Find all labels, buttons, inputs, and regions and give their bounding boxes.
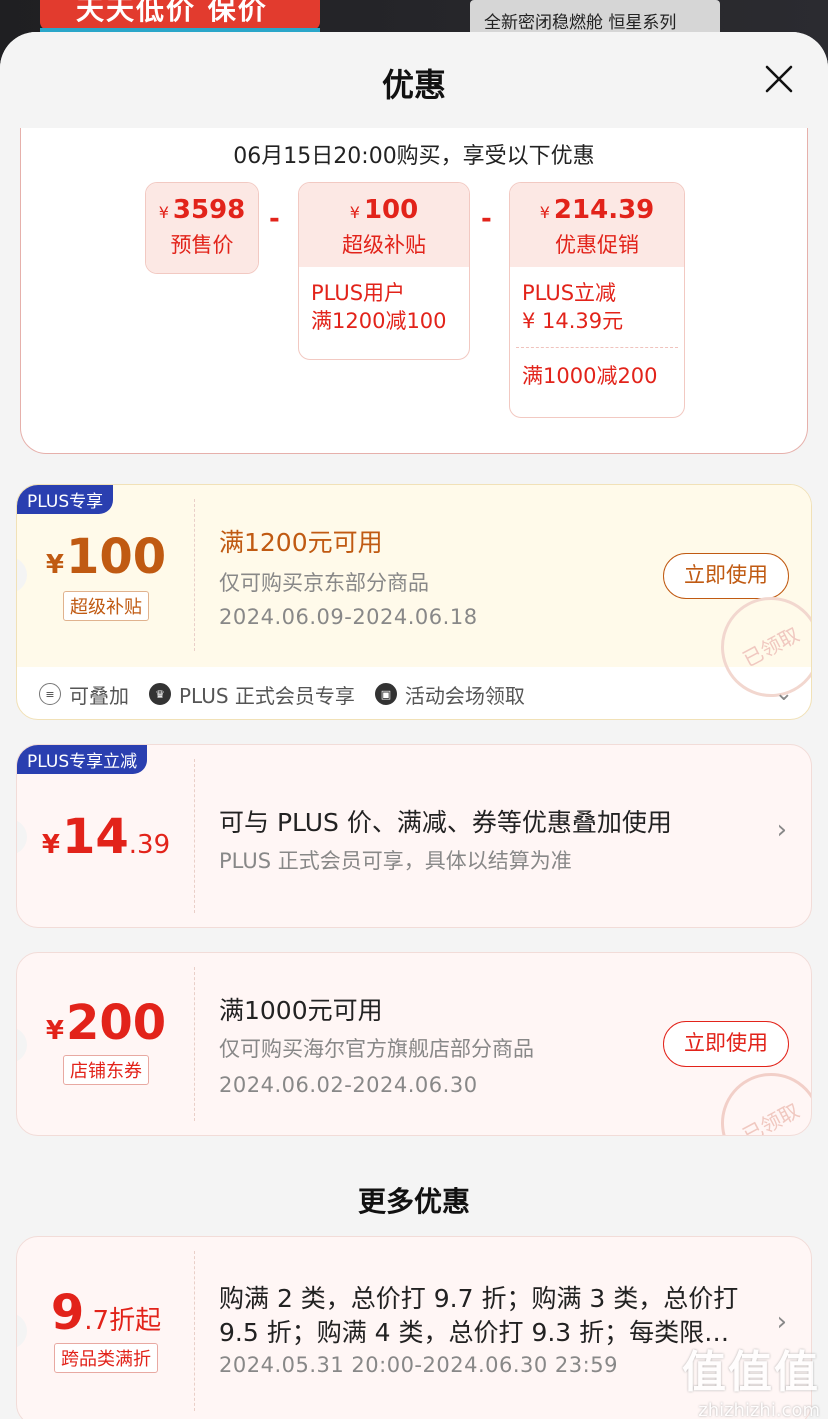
- stackable-info: ≡ 可叠加: [39, 680, 129, 709]
- promotion-box: ¥214.39 优惠促销 PLUS立减 ¥ 14.39元 满1000减200: [509, 182, 685, 418]
- super-subsidy-box: ¥100 超级补贴 PLUS用户 满1200减100: [298, 182, 470, 360]
- coupon-scope: 仅可购买海尔官方旗舰店部分商品: [219, 1037, 534, 1061]
- promotion-detail: PLUS立减 ¥ 14.39元: [522, 281, 624, 333]
- presale-label: 预售价: [170, 233, 234, 257]
- coupon-amount-area: ¥100 超级补贴: [17, 529, 195, 621]
- subsidy-label: 超级补贴: [342, 233, 426, 257]
- background-banner-left: 天天低价 保价618: [40, 0, 320, 66]
- plus-member-info: ♛ PLUS 正式会员专享: [149, 680, 355, 709]
- coupon-note: PLUS 正式会员可享，具体以结算为准: [219, 849, 572, 873]
- stack-icon: ≡: [39, 683, 61, 705]
- promotion-amount: ¥214.39: [539, 195, 655, 225]
- presale-price-box: ¥3598 预售价: [145, 182, 259, 274]
- minus-sign: -: [269, 204, 280, 234]
- chevron-down-icon[interactable]: ⌄: [775, 681, 793, 706]
- subsidy-amount: ¥100: [349, 195, 419, 225]
- minus-sign: -: [481, 204, 492, 234]
- coupon-store[interactable]: ¥200 店铺东券 满1000元可用 仅可购买海尔官方旗舰店部分商品 2024.…: [16, 952, 812, 1136]
- plus-exclusive-badge: PLUS专享: [17, 485, 114, 514]
- purchase-time-headline: 06月15日20:00购买，享受以下优惠: [233, 144, 595, 169]
- coupon-condition: 满1200元可用: [219, 528, 383, 557]
- coupon-type-tag: 超级补贴: [63, 591, 149, 621]
- close-icon: [765, 65, 793, 93]
- coupon-condition: 满1000元可用: [219, 996, 383, 1025]
- coupon-validity: 2024.06.09-2024.06.18: [219, 605, 478, 629]
- crown-icon: ♛: [149, 683, 171, 705]
- promotion-detail-extra: 满1000减200: [522, 364, 658, 388]
- coupon-amount: ¥200: [45, 995, 167, 1051]
- discount-sheet: 优惠 06月15日20:00购买，享受以下优惠 ¥3598 预售价 - ¥100…: [0, 32, 828, 1419]
- sheet-title: 优惠: [381, 66, 446, 104]
- coupon-amount: ¥100: [45, 529, 167, 585]
- plus-instant-badge: PLUS专享立减: [17, 745, 148, 774]
- presale-amount: ¥3598: [158, 195, 246, 225]
- coupon-scope: 仅可购买京东部分商品: [219, 571, 429, 595]
- site-watermark: 值值值 zhizhizhi.com: [682, 1347, 820, 1419]
- coupon-description: 可与 PLUS 价、满减、券等优惠叠加使用: [219, 808, 672, 837]
- chevron-right-icon[interactable]: ›: [777, 1307, 787, 1337]
- coupon-amount-area: ¥14.39: [17, 809, 195, 865]
- offer-type-tag: 跨品类满折: [54, 1343, 158, 1373]
- offer-discount: 9.7折起: [50, 1285, 162, 1341]
- promotion-label: 优惠促销: [555, 233, 639, 257]
- offer-rule-line2: 9.5 折；购满 4 类，总价打 9.3 折；每类限…: [219, 1318, 730, 1347]
- coupon-amount-area: ¥200 店铺东券: [17, 995, 195, 1085]
- use-now-button[interactable]: 立即使用: [663, 1021, 789, 1067]
- coupon-plus-instant-discount[interactable]: PLUS专享立减 ¥14.39 可与 PLUS 价、满减、券等优惠叠加使用 PL…: [16, 744, 812, 928]
- offer-validity: 2024.05.31 20:00-2024.06.30 23:59: [219, 1353, 618, 1377]
- chevron-right-icon[interactable]: ›: [777, 815, 787, 845]
- close-button[interactable]: [762, 62, 796, 96]
- claimed-stamp: 已领取: [703, 1055, 811, 1135]
- venue-claim-info: ▣ 活动会场领取: [374, 680, 525, 709]
- more-offers-title: 更多优惠: [357, 1185, 470, 1218]
- coupon-amount: ¥14.39: [41, 809, 171, 865]
- coupon-type-tag: 店铺东券: [63, 1055, 149, 1085]
- use-now-button[interactable]: 立即使用: [663, 553, 789, 599]
- coupon-super-subsidy[interactable]: PLUS专享 ¥100 超级补贴 满1200元可用 仅可购买京东部分商品 202…: [16, 484, 812, 720]
- sheet-header: 优惠: [0, 32, 828, 128]
- coupon-validity: 2024.06.02-2024.06.30: [219, 1073, 478, 1097]
- ticket-icon: ▣: [374, 683, 397, 705]
- offer-rule-line1: 购满 2 类，总价打 9.7 折；购满 3 类，总价打: [219, 1284, 739, 1313]
- coupon-footer: ≡ 可叠加 ♛ PLUS 正式会员专享 ▣ 活动会场领取 ⌄: [17, 667, 811, 719]
- subsidy-detail: PLUS用户 满1200减100: [311, 281, 447, 333]
- price-breakdown-card: 06月15日20:00购买，享受以下优惠 ¥3598 预售价 - ¥100 超级…: [20, 128, 808, 454]
- offer-amount-area: 9.7折起 跨品类满折: [17, 1285, 195, 1373]
